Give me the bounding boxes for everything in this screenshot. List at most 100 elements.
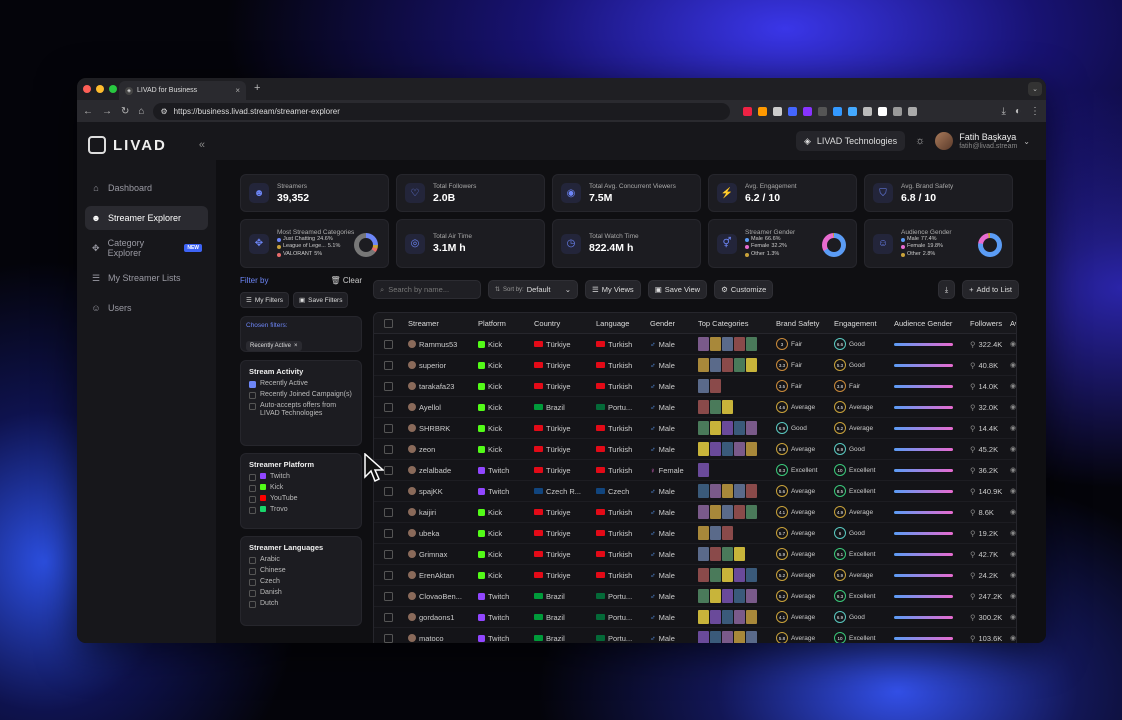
filter-option[interactable]: YouTube (249, 495, 353, 503)
category-thumbnail[interactable] (698, 631, 709, 643)
streamer-cell[interactable]: Grimnax (402, 550, 472, 559)
checkbox-checked[interactable] (249, 380, 256, 388)
row-checkbox[interactable] (383, 507, 393, 517)
filter-option[interactable]: Trovo (249, 506, 353, 514)
sidebar-item-streamer-explorer[interactable]: ☻ Streamer Explorer (85, 206, 208, 230)
checkbox[interactable] (249, 484, 256, 492)
category-thumbnail[interactable] (698, 589, 709, 603)
category-thumbnail[interactable] (722, 337, 733, 351)
organization-selector[interactable]: ◈ LIVAD Technologies (795, 131, 906, 151)
checkbox[interactable] (249, 506, 256, 514)
row-checkbox[interactable] (383, 402, 393, 412)
category-thumbnail[interactable] (710, 631, 721, 643)
streamer-cell[interactable]: zelalbade (402, 466, 472, 475)
category-thumbnail[interactable] (722, 484, 733, 498)
category-thumbnail[interactable] (746, 610, 757, 624)
sidebar-item-users[interactable]: ☺ Users (85, 296, 208, 320)
remove-chip-icon[interactable]: × (294, 343, 298, 349)
category-thumbnail[interactable] (746, 589, 757, 603)
checkbox[interactable] (249, 402, 256, 410)
table-row[interactable]: ubeka Kick Türkiye Turkish ♂ Male 5.7 Average 6 G… (374, 523, 1016, 544)
search-input[interactable]: ⌕ Search by name... (373, 280, 481, 299)
filter-option[interactable]: Dutch (249, 600, 353, 608)
row-checkbox[interactable] (383, 423, 393, 433)
row-checkbox[interactable] (383, 549, 393, 559)
customize-button[interactable]: ⚙ Customize (714, 280, 774, 299)
streamer-cell[interactable]: Rammus53 (402, 340, 472, 349)
table-row[interactable]: kaijiri Kick Türkiye Turkish ♂ Male 4.1 Average… (374, 502, 1016, 523)
category-thumbnail[interactable] (734, 610, 745, 624)
save-view-button[interactable]: ▣ Save View (647, 280, 708, 299)
filter-option[interactable]: Chinese (249, 567, 353, 575)
category-thumbnail[interactable] (722, 526, 733, 540)
table-row[interactable]: spajKK Twitch Czech R... Czech ♂ Male 5.6 Avera… (374, 481, 1016, 502)
category-thumbnail[interactable] (746, 505, 757, 519)
category-thumbnail[interactable] (710, 400, 721, 414)
sort-dropdown[interactable]: ⇅ Sort by: Default ⌄ (488, 280, 578, 299)
category-thumbnail[interactable] (746, 358, 757, 372)
checkbox[interactable] (249, 600, 256, 608)
category-thumbnail[interactable] (722, 589, 733, 603)
category-thumbnail[interactable] (710, 442, 721, 456)
extension-icon[interactable] (818, 106, 828, 116)
category-thumbnail[interactable] (746, 568, 757, 582)
category-thumbnail[interactable] (734, 547, 745, 561)
table-row[interactable]: ErenAktan Kick Türkiye Turkish ♂ Male 5.2 Avera… (374, 565, 1016, 586)
row-checkbox[interactable] (383, 339, 393, 349)
row-checkbox[interactable] (383, 612, 393, 622)
category-thumbnail[interactable] (722, 610, 733, 624)
extension-icon[interactable] (743, 106, 753, 116)
extension-icon[interactable] (773, 106, 783, 116)
category-thumbnail[interactable] (710, 547, 721, 561)
logo[interactable]: LIVAD « (85, 134, 208, 156)
streamer-cell[interactable]: ubeka (402, 529, 472, 538)
extension-icon[interactable] (893, 106, 903, 116)
category-thumbnail[interactable] (734, 337, 745, 351)
category-thumbnail[interactable] (734, 568, 745, 582)
category-thumbnail[interactable] (722, 358, 733, 372)
filter-option[interactable]: Danish (249, 589, 353, 597)
close-window-button[interactable] (83, 85, 91, 93)
column-header[interactable]: Engagement (828, 319, 888, 328)
filter-option[interactable]: Twitch (249, 473, 353, 481)
checkbox[interactable] (249, 495, 256, 503)
streamer-cell[interactable]: Ayellol (402, 403, 472, 412)
theme-toggle-icon[interactable]: ☼ (915, 135, 925, 147)
category-thumbnail[interactable] (710, 358, 721, 372)
download-icon[interactable]: ⤓ (1002, 106, 1006, 117)
user-menu[interactable]: Fatih Başkaya fatih@livad.stream ⌄ (935, 132, 1030, 150)
close-tab-icon[interactable]: × (235, 86, 240, 95)
category-thumbnail[interactable] (722, 505, 733, 519)
site-info-icon[interactable]: ⚙ (160, 107, 167, 116)
sidebar-item-category-explorer[interactable]: ✥ Category Explorer NEW (85, 236, 208, 260)
category-thumbnail[interactable] (698, 421, 709, 435)
category-thumbnail[interactable] (734, 421, 745, 435)
streamer-cell[interactable]: ErenAktan (402, 571, 472, 580)
table-row[interactable]: Rammus53 Kick Türkiye Turkish ♂ Male 3 Fair 6.6 G… (374, 334, 1016, 355)
category-thumbnail[interactable] (734, 589, 745, 603)
table-row[interactable]: tarakafa23 Kick Türkiye Turkish ♂ Male 3.5 Fair… (374, 376, 1016, 397)
select-all-checkbox[interactable] (383, 318, 393, 328)
category-thumbnail[interactable] (746, 442, 757, 456)
forward-icon[interactable]: → (102, 106, 112, 117)
category-thumbnail[interactable] (710, 379, 721, 393)
profile-icon[interactable]: ◐ (1015, 106, 1021, 117)
browser-tab[interactable]: ◈ LIVAD for Business × (119, 81, 246, 100)
category-thumbnail[interactable] (722, 400, 733, 414)
column-header[interactable]: Av (1004, 319, 1016, 328)
table-row[interactable]: Grimnax Kick Türkiye Turkish ♂ Male 5.9 Average… (374, 544, 1016, 565)
table-row[interactable]: SHRBRK Kick Türkiye Turkish ♂ Male 6.9 Good 5.2 A… (374, 418, 1016, 439)
row-checkbox[interactable] (383, 633, 393, 643)
column-header[interactable]: Audience Gender (888, 319, 964, 328)
extension-icon[interactable] (863, 106, 873, 116)
extension-icon[interactable] (833, 106, 843, 116)
category-thumbnail[interactable] (698, 547, 709, 561)
category-thumbnail[interactable] (710, 337, 721, 351)
streamer-cell[interactable]: zeon (402, 445, 472, 454)
row-checkbox[interactable] (383, 465, 393, 475)
table-row[interactable]: matoco Twitch Brazil Portu... ♂ Male 5.8 Averag… (374, 628, 1016, 643)
category-thumbnail[interactable] (734, 484, 745, 498)
category-thumbnail[interactable] (746, 337, 757, 351)
checkbox[interactable] (249, 556, 256, 564)
extension-icon[interactable] (848, 106, 858, 116)
